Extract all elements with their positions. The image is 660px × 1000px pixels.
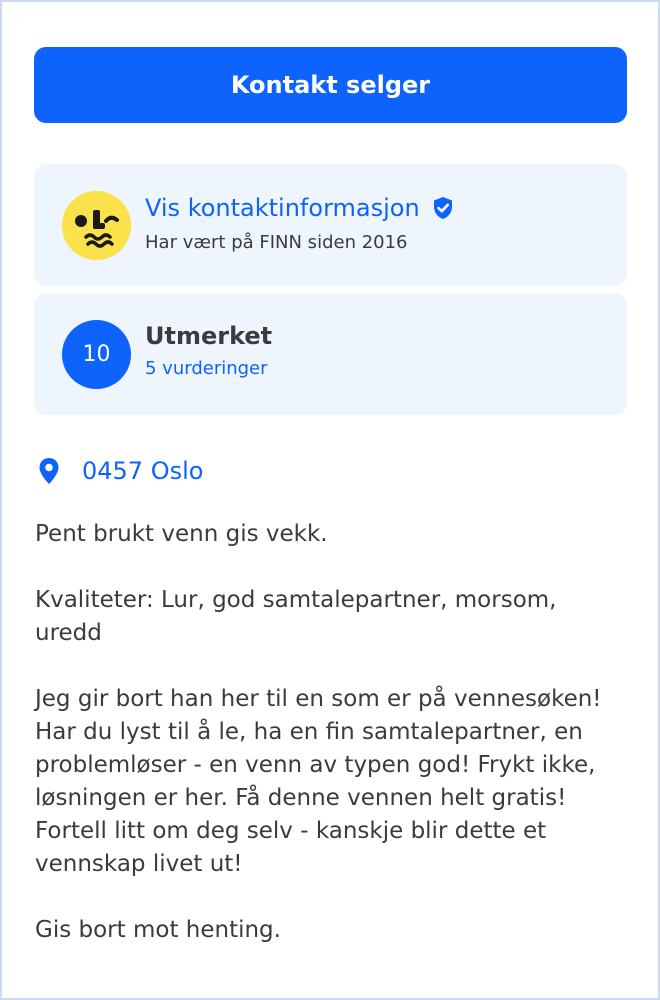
rating-count-link[interactable]: 5 vurderinger bbox=[145, 358, 268, 379]
rating-score-badge: 10 bbox=[62, 320, 131, 389]
seller-card[interactable]: Vis kontaktinformasjon Har vært på FINN … bbox=[34, 164, 627, 286]
map-pin-icon bbox=[39, 458, 59, 484]
verified-shield-icon bbox=[433, 197, 452, 219]
description-line: Jeg gir bort han her til en som er på ve… bbox=[35, 686, 602, 712]
seller-member-since: Har vært på FINN siden 2016 bbox=[145, 232, 408, 253]
description-paragraph-4: Gis bort mot henting. bbox=[35, 914, 635, 947]
contact-seller-button[interactable]: Kontakt selger bbox=[34, 47, 627, 123]
seller-avatar bbox=[62, 191, 131, 260]
description-line: løsningen er her. Få denne vennen helt g… bbox=[35, 785, 567, 811]
description-line: Fortell litt om deg selv - kanskje blir … bbox=[35, 818, 547, 844]
description-paragraph-1: Pent brukt venn gis vekk. bbox=[35, 518, 635, 551]
location-link[interactable]: 0457 Oslo bbox=[38, 457, 203, 485]
description-paragraph-2: Kvaliteter: Lur, god samtalepartner, mor… bbox=[35, 584, 635, 650]
description-line: Pent brukt venn gis vekk. bbox=[35, 521, 328, 547]
location-text[interactable]: 0457 Oslo bbox=[82, 457, 203, 485]
description-line: problemløser - en venn av typen god! Fry… bbox=[35, 752, 596, 778]
seller-contact-info-link[interactable]: Vis kontaktinformasjon bbox=[145, 194, 454, 222]
rating-label: Utmerket bbox=[145, 322, 273, 350]
description-line: Kvaliteter: Lur, god samtalepartner, mor… bbox=[35, 587, 557, 613]
seller-contact-info-label[interactable]: Vis kontaktinformasjon bbox=[145, 194, 420, 222]
ad-description: Pent brukt venn gis vekk. Kvaliteter: Lu… bbox=[35, 518, 635, 980]
description-line: vennskap livet ut! bbox=[35, 851, 243, 877]
description-paragraph-3: Jeg gir bort han her til en som er på ve… bbox=[35, 683, 635, 881]
description-line: Har du lyst til å le, ha en fin samtalep… bbox=[35, 719, 583, 745]
rating-card[interactable]: 10 Utmerket 5 vurderinger bbox=[34, 293, 627, 415]
smiley-face-avatar-icon bbox=[62, 191, 131, 260]
description-line: uredd bbox=[35, 620, 102, 646]
description-line: Gis bort mot henting. bbox=[35, 917, 281, 943]
